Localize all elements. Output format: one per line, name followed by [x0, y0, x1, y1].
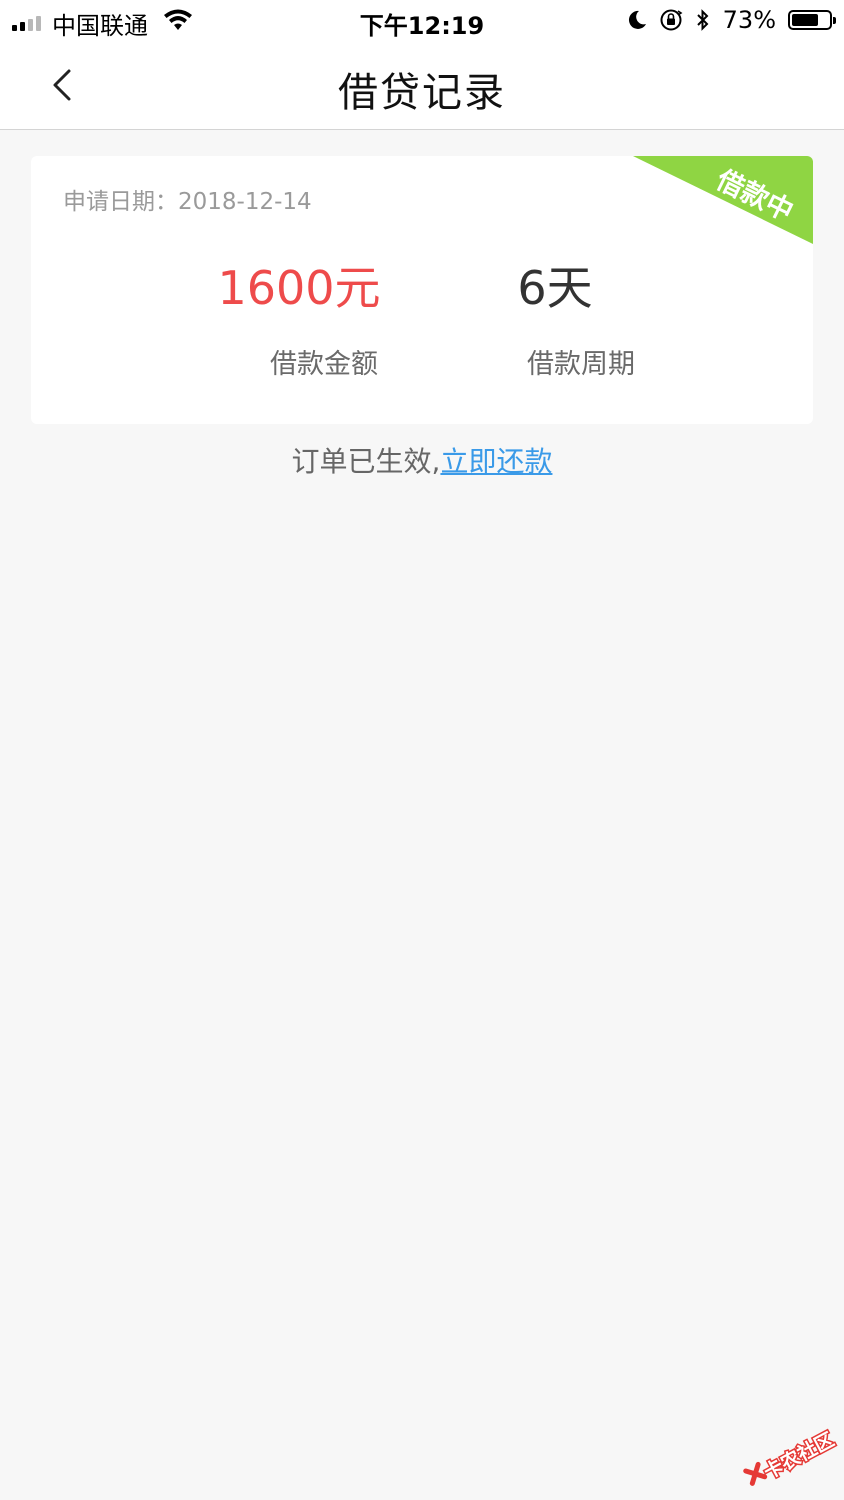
order-notice: 订单已生效,立即还款	[0, 440, 844, 480]
loan-period-block: 6天 借款周期	[435, 260, 675, 381]
loan-record-card[interactable]: 申请日期：2018-12-14 借款中 1600元 借款金额 6天 借款周期	[31, 156, 813, 424]
loan-amount-block: 1600元 借款金额	[179, 260, 419, 381]
loan-period-value: 6天	[517, 261, 593, 315]
order-status-text: 订单已生效,	[291, 445, 441, 478]
bluetooth-icon	[696, 9, 709, 31]
watermark-logo: 卡农社区	[743, 1426, 839, 1486]
repay-now-link[interactable]: 立即还款	[440, 445, 552, 478]
battery-icon	[788, 10, 836, 30]
loan-amount-value: 1600元	[217, 261, 381, 315]
moon-icon	[628, 10, 646, 29]
svg-text:卡农社区: 卡农社区	[760, 1428, 838, 1484]
status-ribbon: 借款中	[633, 156, 813, 244]
battery-percent: 73%	[722, 6, 776, 34]
loan-records-page: 中国联通 下午12:19 73% 借贷记录 申请日期：2018-12-14 借款…	[0, 0, 844, 1500]
navigation-bar: 借贷记录	[0, 42, 844, 130]
orientation-lock-icon	[660, 9, 683, 31]
page-title: 借贷记录	[338, 70, 506, 116]
apply-date: 申请日期：2018-12-14	[63, 189, 312, 215]
status-bar: 中国联通 下午12:19 73%	[0, 0, 844, 42]
loan-period-label: 借款周期	[527, 349, 635, 380]
loan-amount-label: 借款金额	[270, 349, 378, 380]
